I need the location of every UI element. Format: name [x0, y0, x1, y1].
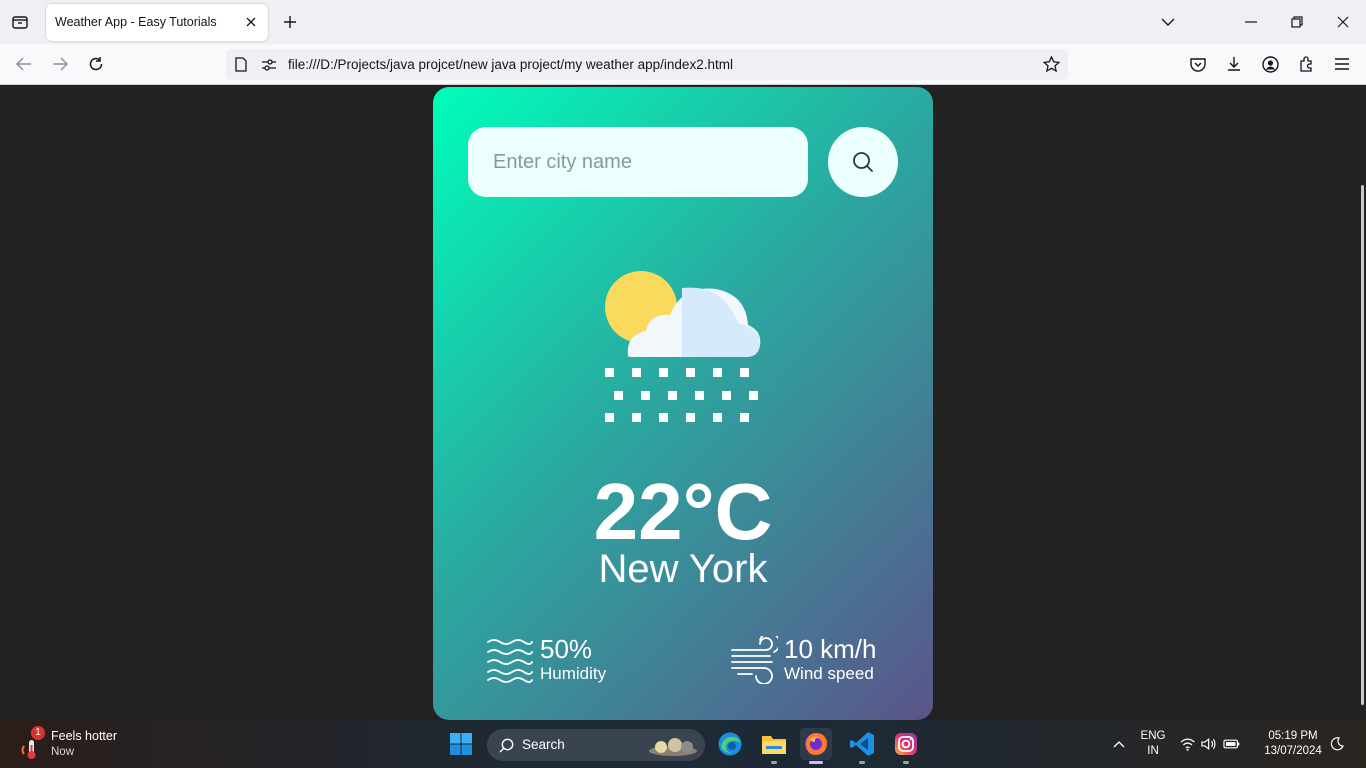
- weather-subtitle: Now: [51, 746, 75, 758]
- taskbar-file-explorer[interactable]: [758, 728, 790, 764]
- page-viewport: 22°C New York 50% Humidity: [0, 85, 1366, 720]
- city-search-input[interactable]: [468, 127, 808, 197]
- browser-tab-active[interactable]: Weather App - Easy Tutorials: [46, 4, 268, 41]
- forward-arrow-icon[interactable]: [48, 52, 72, 76]
- browser-tab-strip: Weather App - Easy Tutorials: [0, 0, 1366, 44]
- minimize-icon[interactable]: [1238, 10, 1264, 34]
- wifi-icon: [1180, 738, 1195, 751]
- battery-icon: [1223, 739, 1240, 749]
- page-scrollbar[interactable]: [1361, 185, 1364, 705]
- windows-taskbar: 1 Feels hotter Now Search ENG IN 05:19 P…: [0, 720, 1366, 768]
- taskbar-search-label: Search: [522, 737, 565, 752]
- running-indicator: [771, 761, 777, 764]
- taskbar-firefox[interactable]: [800, 728, 832, 764]
- tab-title: Weather App - Easy Tutorials: [55, 15, 217, 29]
- list-all-tabs-icon[interactable]: [1155, 10, 1181, 34]
- active-indicator: [809, 761, 823, 764]
- browser-nav-bar: file:///D:/Projects/java projcet/new jav…: [0, 44, 1366, 85]
- taskbar-search-box[interactable]: Search: [487, 729, 705, 761]
- url-text: file:///D:/Projects/java projcet/new jav…: [288, 57, 733, 72]
- running-indicator: [903, 761, 909, 764]
- search-highlight-art-icon: [649, 738, 697, 756]
- search-icon: [499, 738, 514, 753]
- humidity-detail: 50% Humidity: [486, 635, 606, 685]
- start-button[interactable]: [445, 728, 477, 760]
- weather-title: Feels hotter: [51, 729, 118, 743]
- humidity-waves-icon: [487, 639, 533, 683]
- clock-time: 05:19 PM: [1268, 730, 1318, 742]
- weather-badge: 1: [31, 726, 45, 740]
- search-button[interactable]: [828, 127, 898, 197]
- wind-icon: [731, 636, 778, 684]
- temperature: 22°C: [593, 467, 773, 556]
- city-name: New York: [598, 547, 768, 591]
- restore-icon[interactable]: [1284, 10, 1310, 34]
- page-info-icon[interactable]: [235, 57, 247, 77]
- taskbar-instagram[interactable]: [890, 728, 922, 764]
- pocket-icon[interactable]: [1186, 52, 1210, 76]
- humidity-label: Humidity: [540, 664, 607, 683]
- close-tab-icon[interactable]: [242, 13, 260, 31]
- close-window-icon[interactable]: [1330, 10, 1356, 34]
- menu-hamburger-icon[interactable]: [1330, 52, 1354, 76]
- input-language[interactable]: ENG IN: [1136, 729, 1170, 759]
- permissions-icon[interactable]: [261, 58, 277, 76]
- humidity-value: 50%: [540, 634, 593, 664]
- taskbar-vscode[interactable]: [846, 728, 878, 764]
- search-icon: [853, 152, 873, 172]
- wind-detail: 10 km/h Wind speed: [730, 635, 877, 685]
- vscode-icon: [850, 732, 874, 756]
- folder-icon: [762, 736, 786, 754]
- weather-card: 22°C New York 50% Humidity: [433, 87, 933, 720]
- edge-browser-icon: [718, 732, 742, 756]
- account-icon[interactable]: [1258, 52, 1282, 76]
- extensions-icon[interactable]: [1294, 52, 1318, 76]
- new-tab-icon[interactable]: [280, 12, 300, 32]
- snow-cloud-sun-icon: [605, 271, 761, 422]
- bookmark-star-icon[interactable]: [1042, 55, 1061, 78]
- taskbar-clock[interactable]: 05:19 PM 13/07/2024: [1256, 729, 1330, 759]
- firefox-icon: [805, 733, 827, 755]
- running-indicator: [859, 761, 865, 764]
- windows-logo-icon: [450, 733, 472, 755]
- system-tray-status[interactable]: [1180, 728, 1240, 760]
- wind-label: Wind speed: [784, 664, 874, 683]
- back-arrow-icon[interactable]: [12, 52, 36, 76]
- show-hidden-icons-chevron-icon[interactable]: [1103, 728, 1135, 760]
- notification-moon-icon[interactable]: [1325, 728, 1349, 760]
- volume-icon: [1201, 738, 1216, 750]
- address-bar[interactable]: file:///D:/Projects/java projcet/new jav…: [226, 49, 1068, 80]
- reload-icon[interactable]: [84, 52, 108, 76]
- downloads-icon[interactable]: [1222, 52, 1246, 76]
- language-code: ENG: [1140, 730, 1166, 742]
- instagram-icon: [895, 733, 917, 755]
- clock-date: 13/07/2024: [1264, 745, 1322, 757]
- tab-list-icon[interactable]: [8, 10, 32, 34]
- wind-value: 10 km/h: [784, 634, 877, 664]
- taskbar-edge[interactable]: [714, 728, 746, 760]
- language-region: IN: [1147, 745, 1159, 757]
